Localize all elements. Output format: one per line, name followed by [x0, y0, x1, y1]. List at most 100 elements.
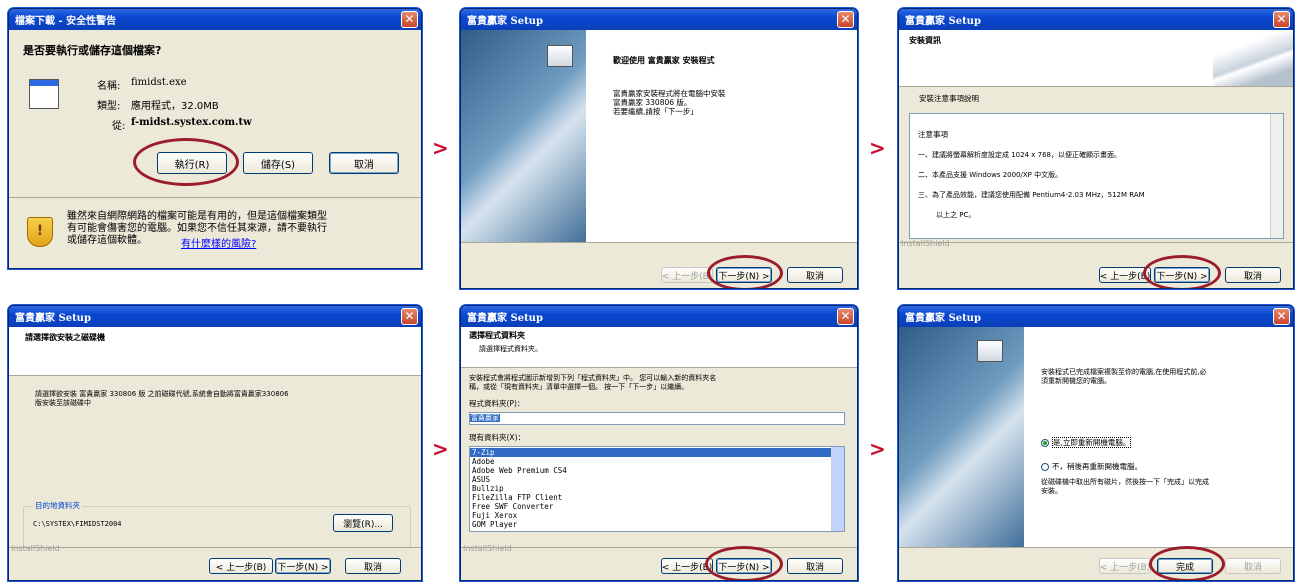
back-button[interactable]: < 上一步(B) — [209, 558, 273, 574]
close-icon[interactable]: ✕ — [1273, 11, 1290, 28]
risk-link[interactable]: 有什麼樣的風險? — [181, 235, 256, 250]
cancel-button[interactable]: 取消 — [329, 152, 399, 174]
list-item[interactable]: GOM Player — [470, 520, 844, 529]
next-button[interactable]: 下一步(N) > — [275, 558, 331, 574]
program-folder-value: 富貴贏家 — [470, 414, 500, 422]
restart-yes-option[interactable]: 是,立即重新開機電腦。 — [1041, 428, 1132, 448]
installshield-label: InstallShield — [463, 544, 512, 553]
next-button[interactable]: 下一步(N) > — [716, 267, 772, 283]
title-bar: 富貴贏家 Setup ✕ — [899, 9, 1293, 30]
cancel-button[interactable]: 取消 — [787, 558, 843, 574]
arrow-3: > — [432, 437, 449, 461]
back-button[interactable]: < 上一步(B) — [1099, 558, 1151, 574]
notes-scrollbar[interactable] — [1270, 114, 1283, 238]
window-title: 富貴贏家 Setup — [905, 16, 981, 27]
close-icon[interactable]: ✕ — [401, 308, 418, 325]
back-button[interactable]: < 上一步(B) — [1099, 267, 1151, 283]
title-bar: 富貴贏家 Setup ✕ — [461, 306, 857, 327]
divider — [461, 242, 857, 243]
welcome-body: 富貴贏家安裝程式將在電腦中安裝 富貴贏家 330806 版。 若要繼續,請按「下… — [613, 89, 726, 116]
run-button[interactable]: 執行(R) — [157, 152, 227, 174]
list-item[interactable]: Adobe — [470, 457, 844, 466]
window-title: 富貴贏家 Setup — [905, 313, 981, 324]
cancel-button[interactable]: 取消 — [1225, 267, 1281, 283]
close-icon[interactable]: ✕ — [401, 11, 418, 28]
close-icon[interactable]: ✕ — [837, 11, 854, 28]
header-title: 請選擇欲安裝之磁碟機 — [25, 333, 105, 342]
list-item[interactable]: FileZilla FTP Client — [470, 493, 844, 502]
setup-computer-icon — [977, 340, 1003, 362]
setup-finish-dialog: 富貴贏家 Setup ✕ 安裝程式已完成檔案複製至你的電腦,在使用程式前,必 須… — [898, 305, 1294, 581]
name-value: fimidst.exe — [131, 77, 187, 88]
cancel-button[interactable]: 取消 — [787, 267, 843, 283]
restart-no-label: 不，稍後再重新開機電腦。 — [1052, 462, 1142, 471]
name-label: 名稱: — [97, 81, 121, 92]
title-bar: 富貴贏家 Setup ✕ — [899, 306, 1293, 327]
header-banner — [899, 30, 1293, 87]
cancel-button[interactable]: 取消 — [1225, 558, 1281, 574]
title-bar: 富貴贏家 Setup ✕ — [9, 306, 421, 327]
divider — [9, 197, 421, 198]
arrow-2: > — [869, 136, 886, 160]
remove-disk-text: 從磁碟機中取出所有磁片，然後按一下「完成」以完成 安裝。 — [1041, 478, 1209, 495]
finish-body: 安裝程式已完成檔案複製至你的電腦,在使用程式前,必 須重新開機您的電腦。 — [1041, 368, 1207, 385]
window-title: 富貴贏家 Setup — [467, 16, 543, 27]
list-scrollbar[interactable] — [831, 447, 844, 531]
header-title: 安裝資訊 — [909, 36, 941, 45]
setup-welcome-dialog: 富貴贏家 Setup ✕ 歡迎使用 富貴贏家 安裝程式 富貴贏家安裝程式將在電腦… — [460, 8, 858, 289]
list-item[interactable]: ASUS — [470, 475, 844, 484]
title-bar: 檔案下載 - 安全性警告 ✕ — [9, 9, 421, 30]
type-label: 類型: — [97, 101, 121, 112]
window-title: 富貴贏家 Setup — [15, 313, 91, 324]
banner-graphic — [1213, 30, 1293, 86]
close-icon[interactable]: ✕ — [1273, 308, 1290, 325]
program-folder-label: 程式資料夾(P)： — [469, 399, 525, 408]
installshield-label: InstallShield — [11, 544, 60, 553]
notes-textbox[interactable]: 注意事項 一、建議將螢幕解析度設定成 1024 x 768，以便正確顯示畫面。 … — [909, 113, 1284, 239]
radio-yes[interactable] — [1041, 439, 1049, 447]
setup-info-dialog: 富貴贏家 Setup ✕ 安裝資訊 安裝注意事項說明 注意事項 一、建議將螢幕解… — [898, 8, 1294, 289]
list-item[interactable]: 7-Zip — [470, 448, 844, 457]
browse-button[interactable]: 瀏覽(R)... — [333, 514, 393, 532]
download-question: 是否要執行或儲存這個檔案? — [23, 44, 162, 57]
from-value: f-midst.systex.com.tw — [131, 117, 252, 128]
note-1: 一、建議將螢幕解析度設定成 1024 x 768，以便正確顯示畫面。 — [918, 151, 1121, 159]
file-download-dialog: 檔案下載 - 安全性警告 ✕ 是否要執行或儲存這個檔案? 名稱: fimidst… — [8, 8, 422, 269]
notes-title: 注意事項 — [918, 130, 948, 139]
arrow-1: > — [432, 136, 449, 160]
shield-warning-icon: ! — [27, 217, 53, 247]
divider — [461, 547, 857, 548]
close-icon[interactable]: ✕ — [837, 308, 854, 325]
setup-computer-icon — [547, 45, 573, 67]
save-button[interactable]: 儲存(S) — [243, 152, 313, 174]
divider — [899, 547, 1293, 548]
note-3b: 以上之 PC。 — [936, 211, 976, 219]
body-text: 安裝程式會將程式圖示新增到下列「程式資料夾」中。 您可以輸入新的資料夾名 稱，或… — [469, 374, 717, 391]
next-button[interactable]: 下一步(N) > — [1154, 267, 1210, 283]
finish-button[interactable]: 完成 — [1157, 558, 1213, 574]
side-banner — [899, 327, 1024, 548]
list-item[interactable]: Adobe Web Premium CS4 — [470, 466, 844, 475]
setup-drive-dialog: 富貴贏家 Setup ✕ 請選擇欲安裝之磁碟機 請選擇欲安裝 富貴贏家 3308… — [8, 305, 422, 581]
back-button[interactable]: < 上一步(B) — [661, 558, 713, 574]
window-title: 檔案下載 - 安全性警告 — [15, 16, 117, 27]
cancel-button[interactable]: 取消 — [345, 558, 401, 574]
program-folder-input[interactable]: 富貴贏家 — [469, 412, 845, 425]
note-2: 二、本產品支援 Windows 2000/XP 中文版。 — [918, 171, 1063, 179]
folder-value: C:\SYSTEX\FIMIDST2004 — [33, 520, 122, 528]
window-title: 富貴贏家 Setup — [467, 313, 543, 324]
radio-no[interactable] — [1041, 463, 1049, 471]
list-item[interactable]: Free SWF Converter — [470, 502, 844, 511]
list-item[interactable]: Bullzip — [470, 484, 844, 493]
type-value: 應用程式，32.0MB — [131, 101, 219, 112]
installshield-label: InstallShield — [901, 239, 950, 248]
header-subtitle: 請選擇程式資料夾。 — [479, 345, 542, 353]
divider — [899, 242, 1293, 243]
back-button[interactable]: < 上一步(B) — [661, 267, 713, 283]
list-item[interactable]: Fuji Xerox — [470, 511, 844, 520]
next-button[interactable]: 下一步(N) > — [716, 558, 772, 574]
existing-folders-list[interactable]: 7-Zip Adobe Adobe Web Premium CS4 ASUS B… — [469, 446, 845, 532]
folder-label: 目的地資料夾 — [33, 500, 82, 511]
header-title: 選擇程式資料夾 — [469, 331, 525, 340]
restart-no-option[interactable]: 不，稍後再重新開機電腦。 — [1041, 452, 1142, 472]
